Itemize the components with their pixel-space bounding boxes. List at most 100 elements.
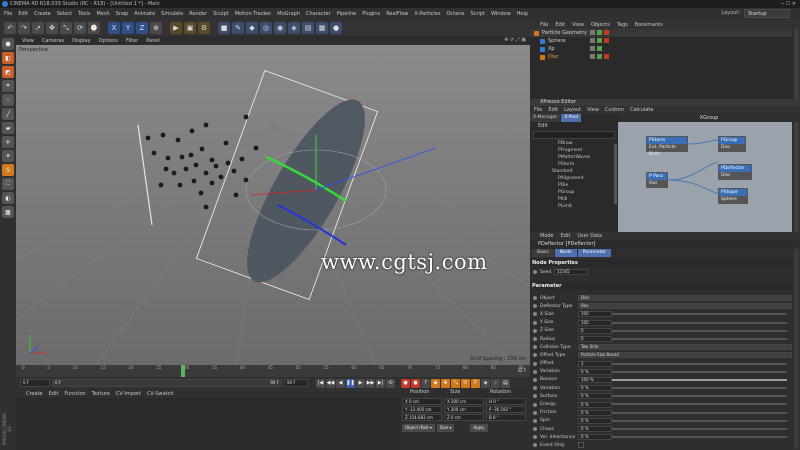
attr-value-field[interactable]: 0 % <box>578 401 612 408</box>
anim-dot-icon[interactable] <box>533 369 537 374</box>
anim-dot-icon[interactable] <box>533 296 537 301</box>
coord-field[interactable]: Z 0 cm <box>444 414 484 421</box>
attr-slider[interactable] <box>612 370 787 373</box>
attr-value-field[interactable]: 0 <box>578 327 612 334</box>
light-icon[interactable]: ● <box>330 22 342 34</box>
om-menu-tags[interactable]: Tags <box>617 22 628 28</box>
anim-dot-icon[interactable] <box>533 328 537 333</box>
enabled-check-icon[interactable] <box>597 54 602 59</box>
size-mode-dropdown[interactable]: Size ▾ <box>436 424 455 432</box>
axis-mode-icon[interactable]: ✛ <box>2 136 14 148</box>
anim-dot-icon[interactable] <box>533 435 537 440</box>
attr-value-field[interactable]: 100 <box>578 319 612 326</box>
polygons-mode-icon[interactable]: ▰ <box>2 122 14 134</box>
xpresso-tab-x-manager[interactable]: X-Manager <box>530 114 561 122</box>
menu-simulate[interactable]: Simulate <box>161 11 183 17</box>
anim-dot-icon[interactable] <box>533 304 537 309</box>
key-button-3[interactable]: ◆ <box>431 378 440 388</box>
transport-button-1[interactable]: ◀◀ <box>326 378 335 388</box>
scene-icon[interactable]: ▤ <box>302 22 314 34</box>
viewport-menu-filter[interactable]: Filter <box>126 38 138 44</box>
attr-value-dropdown[interactable]: Box <box>578 303 792 310</box>
seed-field[interactable]: 12345 <box>554 269 588 276</box>
visibility-dot-icon[interactable] <box>590 54 595 59</box>
viewport-menu-options[interactable]: Options <box>99 38 118 44</box>
attr-slider[interactable] <box>612 387 787 390</box>
select-icon[interactable]: ➚ <box>32 22 44 34</box>
node-pshape[interactable]: PShape Sphere <box>718 188 748 204</box>
xpresso-menu-layout[interactable]: Layout <box>564 107 581 113</box>
xpresso-menu-view[interactable]: View <box>587 107 599 113</box>
camera-icon[interactable]: ▦ <box>316 22 328 34</box>
attr-slider[interactable] <box>612 419 787 422</box>
node-pgroup[interactable]: PGroup Disc <box>718 136 746 152</box>
attr-value-field[interactable]: 2 <box>578 360 612 367</box>
transport-button-7[interactable]: ⟲ <box>386 378 395 388</box>
coord-field[interactable]: Y -12.405 cm <box>402 406 442 413</box>
viewport-menu-view[interactable]: View <box>22 38 34 44</box>
key-button-0[interactable]: ● <box>401 378 410 388</box>
y-axis-icon[interactable]: Y <box>122 22 134 34</box>
attr-slider[interactable] <box>612 313 787 316</box>
visibility-dot-icon[interactable] <box>590 30 595 35</box>
menu-tools[interactable]: Tools <box>78 11 90 17</box>
key-button-1[interactable]: ● <box>411 378 420 388</box>
attr-slider[interactable] <box>612 428 787 430</box>
seed-anim-dot[interactable] <box>533 270 537 275</box>
frame-range-slider[interactable]: 0 F 90 F <box>52 379 282 387</box>
key-button-9[interactable]: ⁘ <box>491 378 500 388</box>
xpresso-tab-x-pool[interactable]: X-Pool <box>561 114 582 122</box>
object-manager-scrollbar[interactable] <box>794 29 799 99</box>
tag-icon[interactable] <box>604 30 609 35</box>
node-pgroup-port[interactable]: Disc <box>719 144 745 151</box>
object-row-disc[interactable]: Disc <box>530 53 792 61</box>
menu-octane[interactable]: Octane <box>446 11 464 17</box>
menu-mograph[interactable]: MoGraph <box>277 11 300 17</box>
attr-value-field[interactable]: 0 % <box>578 426 612 433</box>
attr-tab-basic[interactable]: Basic <box>532 249 554 257</box>
node-ppass-port[interactable]: Out <box>647 180 667 187</box>
viewport-menu-display[interactable]: Display <box>72 38 90 44</box>
key-button-5[interactable]: ⤡ <box>451 378 460 388</box>
anim-dot-icon[interactable] <box>533 345 537 350</box>
nurbs-icon[interactable]: ◉ <box>274 22 286 34</box>
key-button-7[interactable]: P <box>471 378 480 388</box>
coord-field[interactable]: H 0 ° <box>486 398 526 405</box>
menu-window[interactable]: Window <box>491 11 511 17</box>
xpresso-menu-edit[interactable]: Edit <box>548 107 558 113</box>
coord-field[interactable]: X 200 cm <box>444 398 484 405</box>
xpresso-tree-item[interactable]: PAlignment <box>530 175 618 182</box>
menu-select[interactable]: Select <box>57 11 72 17</box>
xpresso-pool-edit[interactable]: Edit <box>530 122 618 130</box>
attr-value-field[interactable]: 0 % <box>578 434 612 441</box>
coord-field[interactable]: B 0 ° <box>486 414 526 421</box>
viewport-perspective[interactable]: Perspective www.cgtsj.com Grid Spacing:… <box>16 45 530 365</box>
window-controls[interactable]: ─ ☐ ✕ <box>781 0 796 8</box>
visibility-dot-icon[interactable] <box>590 46 595 51</box>
deformer-icon[interactable]: ◈ <box>288 22 300 34</box>
xpresso-tree-item[interactable]: Standard <box>530 168 618 175</box>
tweak-icon[interactable]: ⚹ <box>2 150 14 162</box>
render-pv-icon[interactable]: ▣ <box>184 22 196 34</box>
menu-mesh[interactable]: Mesh <box>96 11 109 17</box>
menu-character[interactable]: Character <box>306 11 331 17</box>
xpresso-menu-file[interactable]: File <box>534 107 542 113</box>
om-menu-bookmarks[interactable]: Bookmarks <box>635 22 663 28</box>
tag-icon[interactable] <box>604 38 609 43</box>
key-button-8[interactable]: ◈ <box>481 378 490 388</box>
anim-dot-icon[interactable] <box>533 361 537 366</box>
node-pdeflector-port[interactable]: Disc <box>719 172 751 179</box>
enabled-check-icon[interactable] <box>597 30 602 35</box>
model-mode-icon[interactable]: ◧ <box>2 52 14 64</box>
anim-dot-icon[interactable] <box>533 386 537 391</box>
attr-value-dropdown[interactable]: Two Side <box>578 344 792 351</box>
undo-icon[interactable]: ↶ <box>4 22 16 34</box>
attr-value-field[interactable]: 0 % <box>578 393 612 400</box>
xpresso-menu-calculate[interactable]: Calculate <box>630 107 653 113</box>
attr-tab-node[interactable]: Node <box>554 249 577 257</box>
node-pstorm[interactable]: PStorm Ext. Particle Birth <box>646 136 688 157</box>
menu-realflow[interactable]: RealFlow <box>386 11 408 17</box>
attr-value-field[interactable]: 0 % <box>578 409 612 416</box>
viewport-menu-panel[interactable]: Panel <box>146 38 160 44</box>
coord-field[interactable]: Y 200 cm <box>444 406 484 413</box>
